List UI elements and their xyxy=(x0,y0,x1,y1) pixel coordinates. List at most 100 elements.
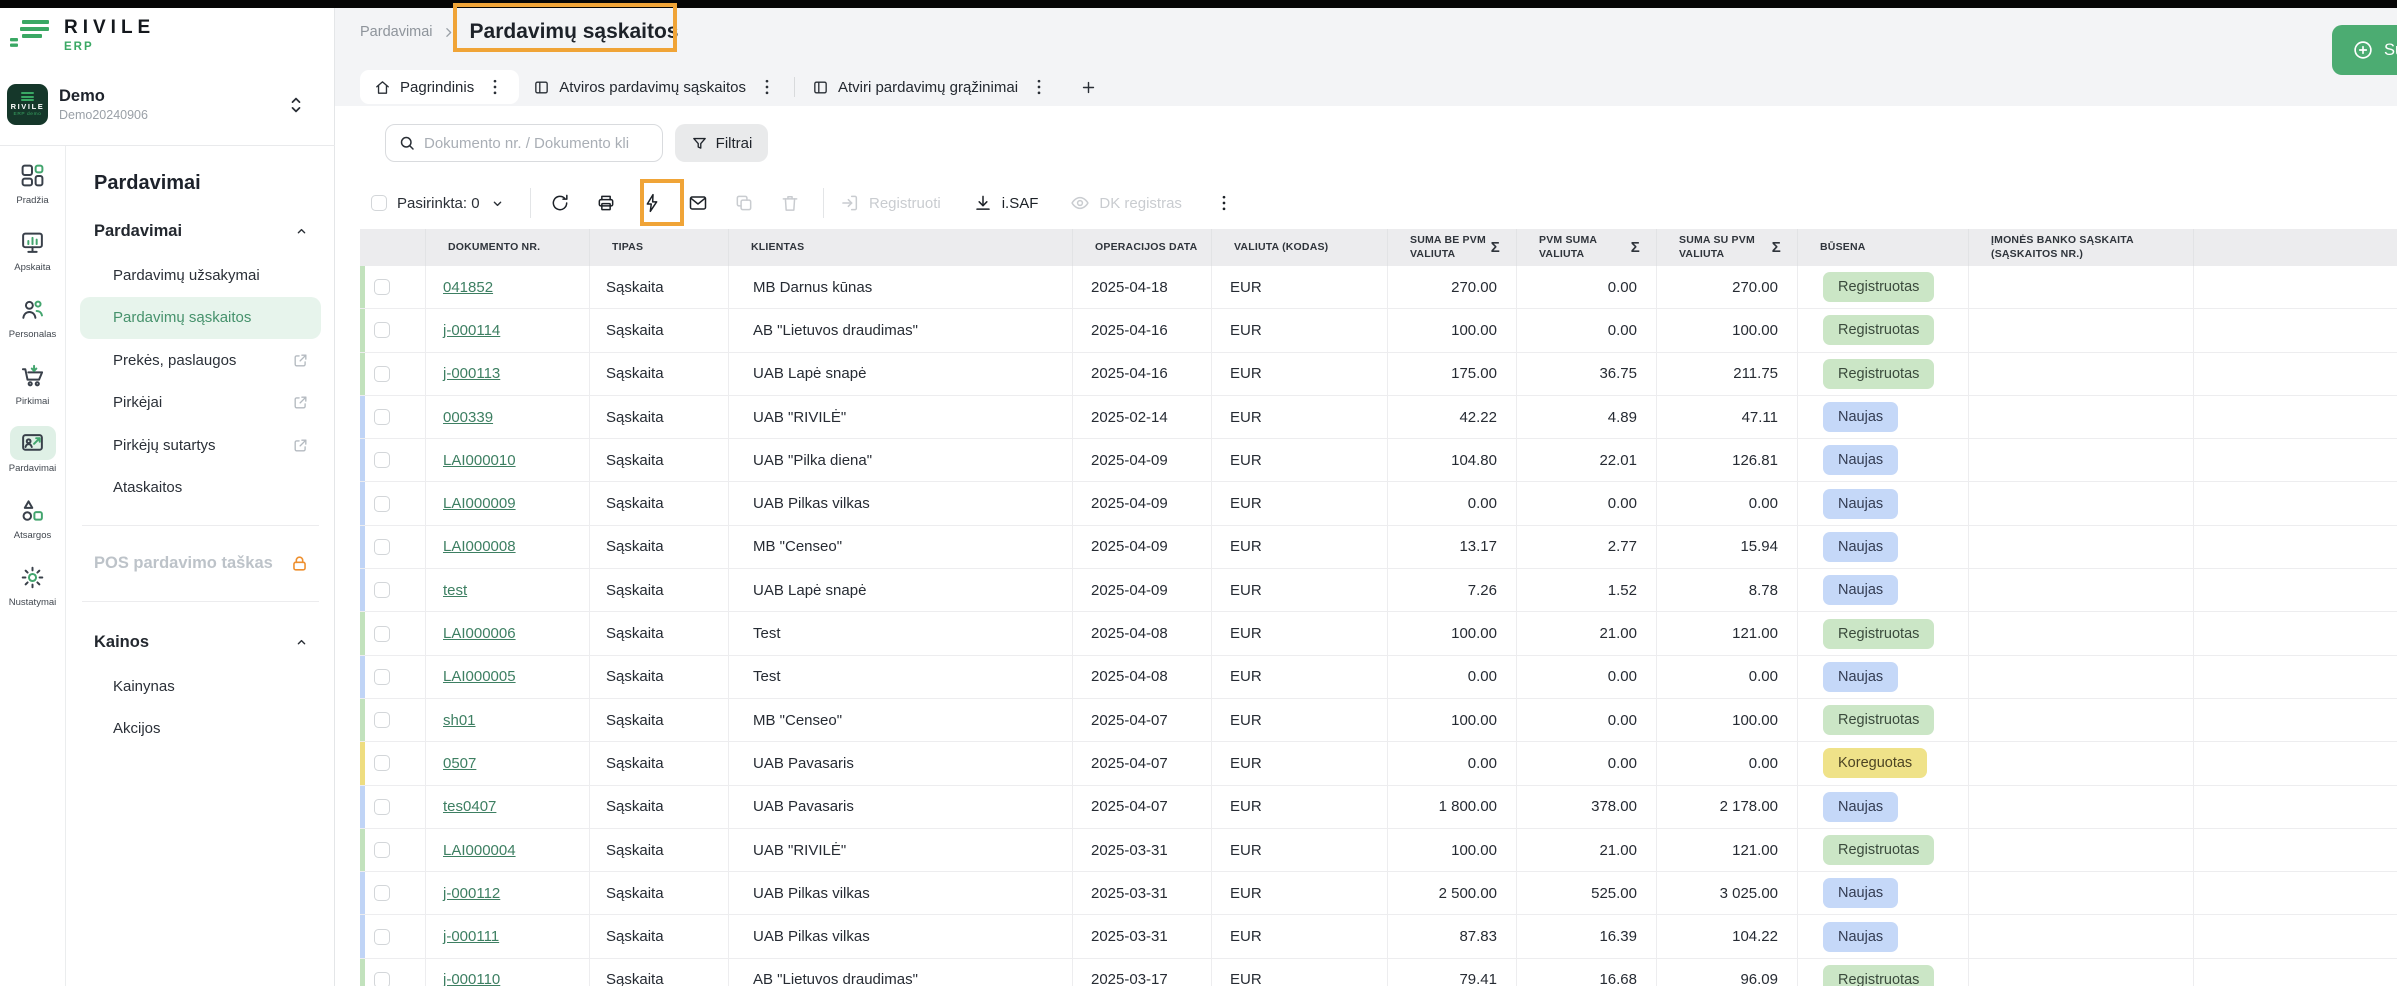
amount-net-cell: 104.80 xyxy=(1388,439,1517,481)
document-link[interactable]: j-000110 xyxy=(443,971,500,986)
column-header-valiuta[interactable]: VALIUTA (KODAS) xyxy=(1212,229,1388,266)
pirkimai-icon xyxy=(20,364,45,389)
document-link[interactable]: LAI000009 xyxy=(443,495,516,512)
sidebar-item-pirkeju-sutartys[interactable]: Pirkėjų sutartys xyxy=(80,424,321,467)
company-switch-icon[interactable] xyxy=(289,95,303,115)
tab-atviros-pardavimu-saskaitos[interactable]: Atviros pardavimų sąskaitos xyxy=(519,70,791,104)
document-link[interactable]: j-000113 xyxy=(443,365,500,382)
document-link[interactable]: LAI000010 xyxy=(443,452,516,469)
sidebar-item-pirkejai[interactable]: Pirkėjai xyxy=(80,382,321,425)
document-link[interactable]: j-000112 xyxy=(443,885,500,902)
company-selector[interactable]: RIVILE ERP demo Demo Demo20240906 xyxy=(7,84,327,125)
row-checkbox[interactable] xyxy=(374,409,390,425)
row-checkbox[interactable] xyxy=(374,279,390,295)
quick-actions-button[interactable] xyxy=(629,183,675,223)
column-header-suma_su_pvm[interactable]: SUMA SU PVM VALIUTAΣ xyxy=(1657,229,1798,266)
rail-item-apskaita[interactable]: Apskaita xyxy=(10,225,56,273)
search-input[interactable] xyxy=(424,135,652,152)
row-checkbox[interactable] xyxy=(374,452,390,468)
row-checkbox[interactable] xyxy=(374,539,390,555)
breadcrumb-parent[interactable]: Pardavimai xyxy=(360,24,433,40)
print-button[interactable] xyxy=(583,183,629,223)
row-checkbox[interactable] xyxy=(374,366,390,382)
sum-icon[interactable]: Σ xyxy=(1772,238,1781,258)
dk-registras-label: DK registras xyxy=(1099,195,1182,212)
column-header-tipas[interactable]: TIPAS xyxy=(590,229,729,266)
document-link[interactable]: 041852 xyxy=(443,279,493,296)
email-button[interactable] xyxy=(675,183,721,223)
sidebar-section-kainos[interactable]: Kainos xyxy=(66,618,335,665)
row-checkbox[interactable] xyxy=(374,799,390,815)
status-cell: Naujas xyxy=(1798,482,1969,524)
row-checkbox[interactable] xyxy=(374,669,390,685)
document-link[interactable]: test xyxy=(443,582,467,599)
add-tab-button[interactable] xyxy=(1063,70,1114,104)
isaf-button[interactable]: i.SAF xyxy=(973,193,1039,213)
row-checkbox[interactable] xyxy=(374,626,390,642)
sidebar-item-pardavimu-uzsakymai[interactable]: Pardavimų užsakymai xyxy=(80,254,321,297)
amount-vat-cell: 2.77 xyxy=(1517,526,1657,568)
refresh-button[interactable] xyxy=(537,183,583,223)
column-header-dok_nr[interactable]: DOKUMENTO NR. xyxy=(426,229,590,266)
amount-gross-cell: 100.00 xyxy=(1657,309,1798,351)
row-select-cell xyxy=(360,915,426,957)
rail-item-pirkimai[interactable]: Pirkimai xyxy=(10,359,56,407)
chevron-down-icon[interactable] xyxy=(490,196,505,211)
currency-cell: EUR xyxy=(1212,569,1388,611)
column-header-operacijos_data[interactable]: OPERACIJOS DATA xyxy=(1073,229,1212,266)
column-header-klientas[interactable]: KLIENTAS xyxy=(729,229,1073,266)
client-cell: UAB Pavasaris xyxy=(729,786,1073,828)
document-link[interactable]: LAI000008 xyxy=(443,538,516,555)
filter-button-label: Filtrai xyxy=(716,135,753,152)
tab-pagrindinis[interactable]: Pagrindinis xyxy=(360,70,519,104)
sum-icon[interactable]: Σ xyxy=(1491,238,1500,258)
create-button[interactable]: Sukurti xyxy=(2332,25,2397,75)
rail-item-nustatymai[interactable]: Nustatymai xyxy=(9,560,57,608)
tab-menu-icon[interactable] xyxy=(1027,77,1049,97)
row-checkbox[interactable] xyxy=(374,712,390,728)
sidebar-item-prekes-paslaugos[interactable]: Prekės, paslaugos xyxy=(80,339,321,382)
sidebar-item-kainynas[interactable]: Kainynas xyxy=(80,665,321,708)
document-link[interactable]: LAI000004 xyxy=(443,842,516,859)
column-header-bankas[interactable]: ĮMONĖS BANKO SĄSKAITA (SĄSKAITOS NR.) xyxy=(1969,229,2194,266)
document-link[interactable]: LAI000005 xyxy=(443,668,516,685)
document-link[interactable]: LAI000006 xyxy=(443,625,516,642)
sidebar-item-pardavimu-saskaitos[interactable]: Pardavimų sąskaitos xyxy=(80,297,321,340)
filter-button[interactable]: Filtrai xyxy=(675,124,768,162)
amount-gross-cell: 8.78 xyxy=(1657,569,1798,611)
document-number-cell: tes0407 xyxy=(426,786,590,828)
row-checkbox[interactable] xyxy=(374,322,390,338)
more-button[interactable] xyxy=(1214,193,1234,213)
company-name: Demo xyxy=(59,87,278,106)
document-link[interactable]: tes0407 xyxy=(443,798,496,815)
select-all-checkbox[interactable] xyxy=(371,195,387,211)
sum-icon[interactable]: Σ xyxy=(1631,238,1640,258)
sidebar-item-ataskaitos[interactable]: Ataskaitos xyxy=(80,467,321,510)
document-link[interactable]: sh01 xyxy=(443,712,476,729)
column-header-pvm_suma[interactable]: PVM SUMA VALIUTAΣ xyxy=(1517,229,1657,266)
row-checkbox[interactable] xyxy=(374,755,390,771)
rail-item-pradzia[interactable]: Pradžia xyxy=(10,158,56,206)
tab-menu-icon[interactable] xyxy=(755,77,777,97)
row-checkbox[interactable] xyxy=(374,929,390,945)
amount-net-cell: 2 500.00 xyxy=(1388,872,1517,914)
row-checkbox[interactable] xyxy=(374,582,390,598)
tab-atviri-pardavimu-grazinimai[interactable]: Atviri pardavimų grąžinimai xyxy=(798,70,1063,104)
tab-menu-icon[interactable] xyxy=(483,77,505,97)
sidebar-section-pardavimai[interactable]: Pardavimai xyxy=(66,207,335,254)
document-link[interactable]: 000339 xyxy=(443,409,493,426)
column-header-suma_be_pvm[interactable]: SUMA BE PVM VALIUTAΣ xyxy=(1388,229,1517,266)
rail-item-personalas[interactable]: Personalas xyxy=(9,292,57,340)
rail-item-atsargos[interactable]: Atsargos xyxy=(10,493,56,541)
invoices-table: DOKUMENTO NR.TIPASKLIENTASOPERACIJOS DAT… xyxy=(360,229,2397,986)
column-header-busena[interactable]: BŪSENA xyxy=(1798,229,1969,266)
document-link[interactable]: j-000114 xyxy=(443,322,500,339)
sidebar-item-akcijos[interactable]: Akcijos xyxy=(80,708,321,751)
row-checkbox[interactable] xyxy=(374,842,390,858)
document-link[interactable]: 0507 xyxy=(443,755,476,772)
document-link[interactable]: j-000111 xyxy=(443,928,499,945)
rail-item-pardavimai[interactable]: Pardavimai xyxy=(9,426,57,474)
row-checkbox[interactable] xyxy=(374,972,390,986)
row-checkbox[interactable] xyxy=(374,885,390,901)
row-checkbox[interactable] xyxy=(374,496,390,512)
